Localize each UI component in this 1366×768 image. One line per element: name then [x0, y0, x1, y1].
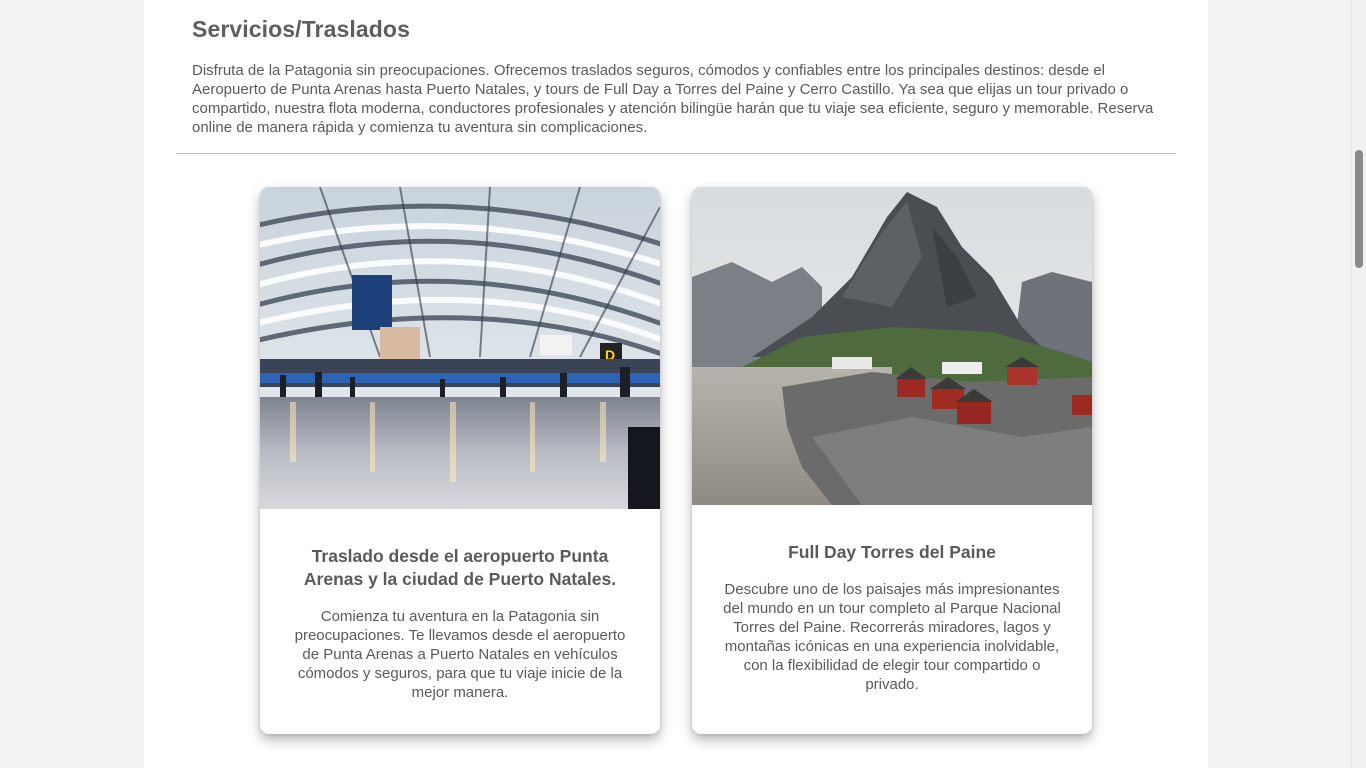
card-title: Full Day Torres del Paine	[788, 542, 996, 562]
card-title: Traslado desde el aeropuerto Punta Arena…	[303, 546, 617, 589]
vertical-scrollbar[interactable]	[1351, 0, 1366, 768]
section-title: Servicios/Traslados	[192, 16, 410, 42]
card-description: Comienza tu aventura en la Patagonia sin…	[294, 608, 626, 701]
service-card-torres-del-paine[interactable]: Full Day Torres del Paine Descubre uno d…	[692, 187, 1092, 734]
card-description: Descubre uno de los paisajes más impresi…	[723, 581, 1061, 693]
section-intro: Disfruta de la Patagonia sin preocupacio…	[192, 62, 1154, 136]
airport-terminal-image: D	[260, 187, 660, 509]
service-card-airport-transfer[interactable]: D Traslado desde el aeropuerto Punta Are…	[260, 187, 660, 734]
mountain-village-image	[692, 187, 1092, 505]
scrollbar-thumb[interactable]	[1355, 150, 1363, 268]
section-divider	[176, 153, 1176, 154]
services-section: Servicios/Traslados Disfruta de la Patag…	[144, 0, 1208, 768]
